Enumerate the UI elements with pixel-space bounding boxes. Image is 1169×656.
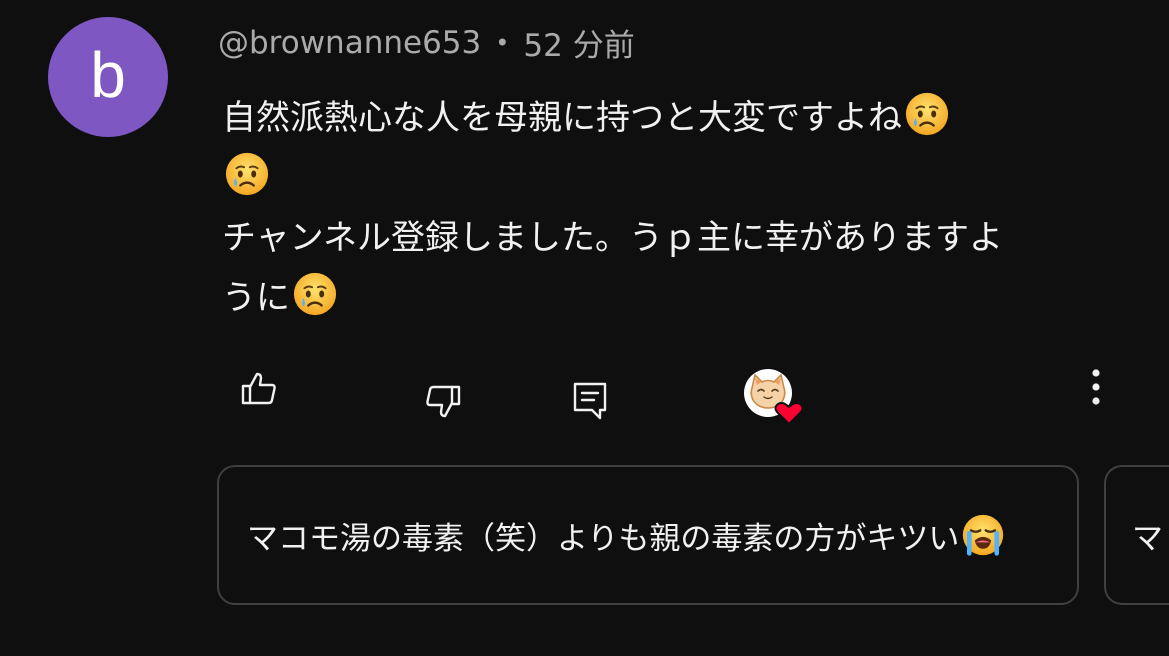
comment-line: 自然派熱心な人を母親に持つと大変ですよね bbox=[222, 88, 1142, 148]
crying-face-icon bbox=[905, 92, 949, 136]
comment-line: うに bbox=[222, 268, 1142, 328]
reply-preview-text: マコモ湯の毒素（笑）よりも親の毒素の方がキツい bbox=[247, 520, 960, 557]
loudly-crying-face-icon bbox=[963, 514, 1004, 556]
creator-heart-icon bbox=[744, 369, 804, 426]
creator-heart-button[interactable] bbox=[740, 366, 810, 428]
comment-line bbox=[222, 148, 1142, 208]
thumbs-up-icon bbox=[241, 372, 276, 405]
like-button[interactable] bbox=[232, 362, 286, 416]
meta-separator: • bbox=[495, 28, 510, 57]
reply-preview-text: マ bbox=[1132, 520, 1163, 557]
username[interactable]: @brownanne653 bbox=[218, 25, 481, 61]
crying-face-icon bbox=[293, 272, 337, 316]
reply-preview-card-next[interactable]: マ bbox=[1104, 465, 1169, 605]
more-options-button[interactable] bbox=[1074, 362, 1118, 412]
comment-text: 自然派熱心な人を母親に持つと大変ですよね チャンネル登録しました。うｐ主に幸があ… bbox=[222, 88, 1142, 328]
comment-line: チャンネル登録しました。うｐ主に幸がありますよ bbox=[222, 218, 1003, 258]
reply-icon bbox=[573, 382, 607, 420]
thumbs-down-icon bbox=[426, 385, 461, 418]
crying-face-icon bbox=[225, 152, 269, 196]
reply-preview-card[interactable]: マコモ湯の毒素（笑）よりも親の毒素の方がキツい bbox=[217, 465, 1079, 605]
avatar[interactable]: b bbox=[48, 17, 168, 137]
comment-thread: b @brownanne653 • 52 分前 自然派熱心な人を母親に持つと大変… bbox=[0, 0, 1169, 656]
dislike-button[interactable] bbox=[416, 374, 470, 428]
more-vertical-icon bbox=[1092, 369, 1100, 405]
comment-time: 52 分前 bbox=[523, 28, 635, 64]
reply-button[interactable] bbox=[563, 374, 617, 428]
avatar-letter: b bbox=[90, 39, 126, 111]
comment-meta: @brownanne653 • 52 分前 bbox=[218, 20, 635, 65]
